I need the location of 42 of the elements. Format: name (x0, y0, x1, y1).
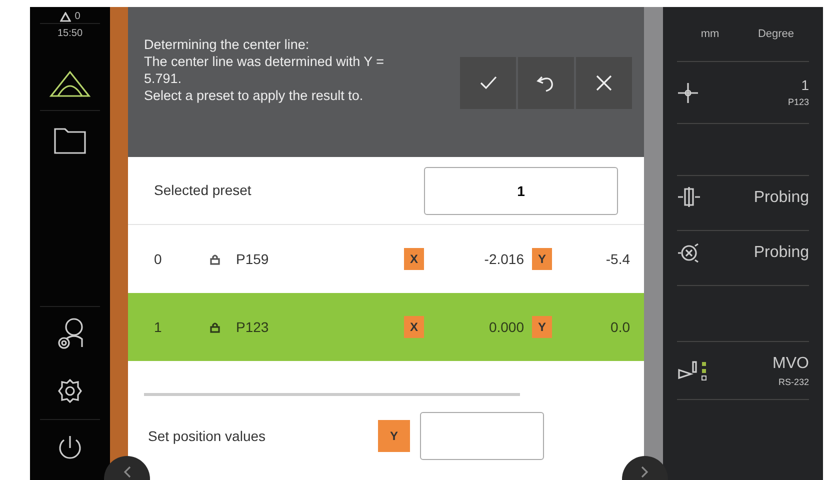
axis-badge: Y (532, 316, 552, 338)
axis-badge: X (404, 316, 424, 338)
field-label: Set position values (148, 426, 267, 446)
chevron-right-icon (641, 466, 649, 478)
axis-badge: X (404, 248, 424, 270)
preset-index: 1 (154, 318, 163, 336)
preset-index: 0 (154, 250, 163, 268)
settings-icon (57, 378, 83, 404)
source-name: MVO (772, 354, 809, 374)
crosshair-icon (677, 82, 699, 104)
preset-row[interactable]: 0 P159 X -2.016 Y -5.4 (128, 225, 644, 293)
interface-name: RS-232 (777, 376, 809, 389)
axis-badge: Y (378, 420, 410, 452)
preset-row[interactable]: 1 P123 X 0.000 Y 0.0 (128, 293, 644, 361)
clock-time: 15:50 (57, 28, 83, 40)
probe-circle-icon (677, 241, 701, 263)
coordinate-value: -5.4 (604, 250, 630, 268)
dialog-message: Determining the center line: The center line was determined with Y = 5.791. Select a preset to apply the result to. (144, 37, 386, 105)
probing-button[interactable]: Probing (677, 231, 809, 285)
preset-name: P123 (788, 96, 809, 110)
coordinate-value: 0.0 (610, 318, 630, 336)
unit-button[interactable]: mm (677, 7, 743, 61)
coordinate-value: -2.016 (483, 250, 524, 268)
preset-name: P159 (236, 250, 270, 268)
axis-badge: Y (532, 248, 552, 270)
lock-icon (210, 322, 220, 332)
lock-icon (210, 254, 220, 264)
preset-name: P123 (236, 318, 270, 336)
coordinate-value: 0.000 (488, 318, 524, 336)
chevron-left-icon (123, 466, 131, 478)
warning-icon (60, 12, 71, 22)
close-icon (594, 73, 614, 93)
unit-button[interactable]: Degree (743, 7, 809, 61)
warning-count: 0 (74, 11, 80, 23)
value-field[interactable] (420, 412, 544, 460)
undo-button[interactable] (518, 57, 574, 109)
cancel-button[interactable] (576, 57, 632, 109)
probing-button[interactable]: Probing (677, 176, 809, 230)
preset-number: 1 (800, 76, 809, 96)
preset-field[interactable]: 1 (424, 166, 618, 214)
probe-edge-icon (677, 186, 701, 208)
field-label: Selected preset (154, 181, 252, 200)
